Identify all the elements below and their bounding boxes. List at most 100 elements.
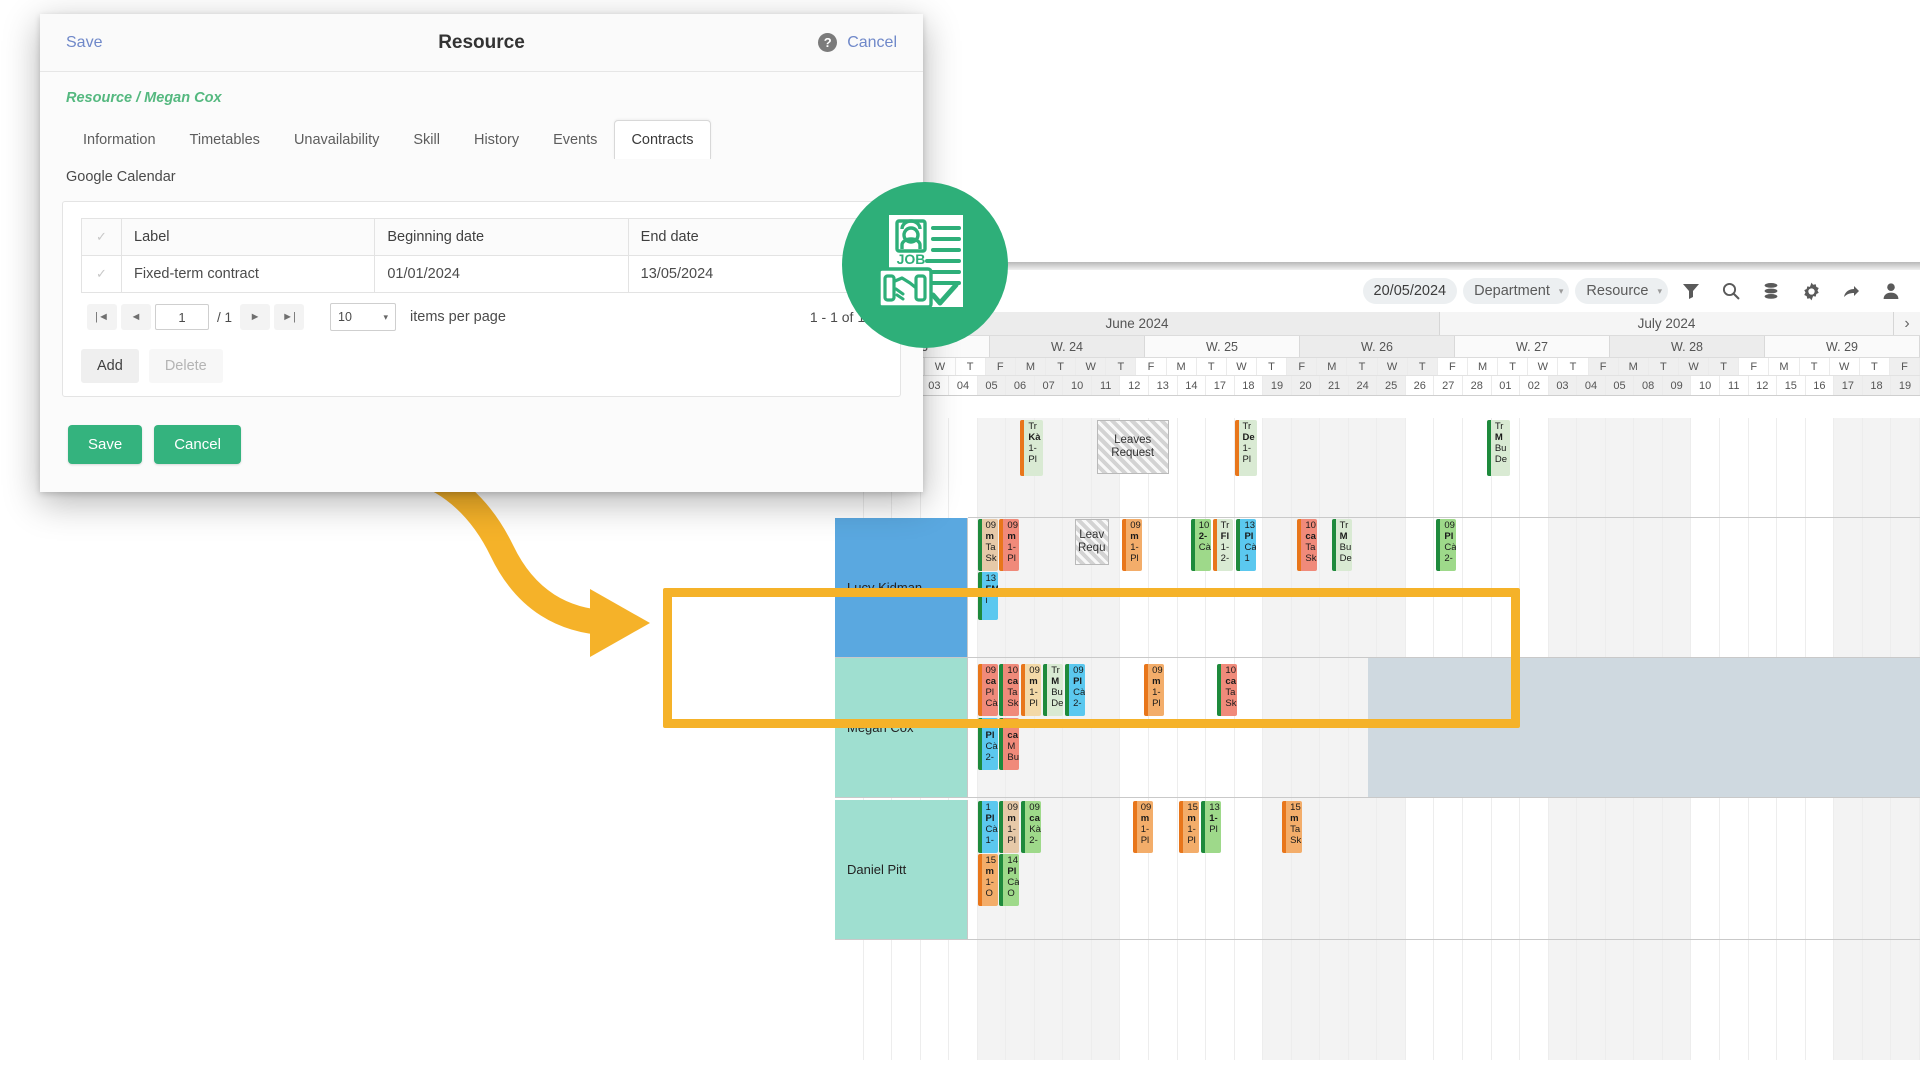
save-button[interactable]: Save — [68, 425, 143, 464]
week-label: W. 25 — [1145, 336, 1300, 357]
event-line: 15 — [1290, 802, 1301, 813]
leave-request-block[interactable]: Leav Requ — [1074, 519, 1109, 565]
event-line: Pl — [985, 730, 995, 741]
next-page-button[interactable]: ► — [240, 304, 271, 330]
database-icon[interactable] — [1754, 276, 1788, 306]
leave-request-block[interactable]: Leaves Request — [1096, 420, 1169, 474]
event-line: 13 — [1244, 520, 1256, 531]
weekday-letter: F — [1136, 358, 1167, 375]
gantt-event-card[interactable]: 09 m 1- Pl — [1021, 664, 1042, 716]
help-icon[interactable]: ? — [818, 33, 838, 52]
gantt-row-track: Tr Kà 1- Pl Leaves Request Tr De 1- Pl Tr M Bu De — [968, 418, 1920, 518]
gantt-event-card[interactable]: 09 m 1- Pl — [1132, 801, 1153, 853]
gantt-event-card[interactable]: 09 m 1- Pl — [999, 519, 1020, 571]
select-all-checkbox[interactable]: ✓ — [81, 218, 122, 256]
filter-icon[interactable] — [1674, 276, 1708, 306]
weekday-letter: W — [1377, 358, 1408, 375]
contracts-table: ✓ Label Beginning date End date ✓ Fixed-… — [81, 218, 883, 293]
event-line: Sk — [1007, 698, 1019, 709]
event-line: Ta — [1007, 687, 1018, 698]
gantt-event-card[interactable]: 09 ca Pl Cà — [977, 664, 998, 716]
gantt-event-card[interactable]: 09 ca Kà 2- — [1021, 801, 1042, 853]
gantt-event-card[interactable]: 1 Pl Cà 1- — [977, 801, 998, 853]
gantt-event-card[interactable]: 13 Pl Cà 1 — [1236, 519, 1257, 571]
gantt-event-card[interactable]: 09 m 1- Pl — [1122, 519, 1143, 571]
next-period-button[interactable]: › — [1894, 312, 1920, 335]
weekday-letter: F — [1889, 358, 1920, 375]
gantt-resource-row[interactable]: Lucy Kidman09mTaSk09m1-Pl13FMiLeav Requ0… — [835, 518, 1920, 658]
gantt-event-card[interactable]: 10 ca Ta Sk — [999, 664, 1020, 716]
row-checkbox[interactable]: ✓ — [81, 255, 122, 293]
gantt-event-card[interactable]: 13 1- Pl — [1201, 801, 1222, 853]
gear-icon[interactable] — [1794, 276, 1828, 306]
tab-contracts[interactable]: Contracts — [614, 120, 711, 159]
share-icon[interactable] — [1834, 276, 1868, 306]
gantt-event-card[interactable]: 09 m 1- Pl — [999, 801, 1020, 853]
gantt-resource-row[interactable]: Tr Kà 1- Pl Leaves Request Tr De 1- Pl Tr M Bu De — [835, 418, 1920, 518]
day-number: 04 — [949, 376, 978, 395]
event-line: Ta — [985, 542, 996, 553]
cancel-button[interactable]: Cancel — [154, 425, 241, 464]
gantt-resource-row[interactable]: Megan Cox 09 ca Pl Cà 10 ca Ta Sk 09 m 1- Pl Tr M Bu De 0… — [835, 658, 1920, 798]
gantt-event-card[interactable]: 14 ca M Bu — [999, 718, 1020, 770]
add-button[interactable]: Add — [81, 349, 139, 383]
tab-events[interactable]: Events — [536, 120, 614, 159]
first-page-button[interactable]: |◄ — [87, 304, 117, 330]
gantt-event-card[interactable]: 09 Pl Cà 2- — [1065, 664, 1086, 716]
resource-name-lucy-kidman[interactable]: Lucy Kidman — [835, 518, 968, 658]
tab-skill[interactable]: Skill — [396, 120, 457, 159]
last-page-button[interactable]: ►| — [274, 304, 305, 330]
tab-information[interactable]: Information — [66, 120, 173, 159]
gantt-event-card[interactable]: 10 ca Ta Sk — [1217, 664, 1238, 716]
resource-name-daniel-pitt[interactable]: Daniel Pitt — [835, 800, 968, 940]
chevron-down-icon: ▾ — [1558, 285, 1564, 296]
modal-cancel-link[interactable]: Cancel — [847, 34, 897, 52]
gantt-event-card[interactable]: 15 m Ta Sk — [1282, 801, 1303, 853]
tab-unavailability[interactable]: Unavailability — [277, 120, 396, 159]
gantt-resource-row[interactable]: Daniel Pitt 1 Pl Cà 1- 09 m 1- Pl 09 ca Kà 2- 15 m 1- O 1… — [835, 800, 1920, 940]
gantt-event-card[interactable]: 13FMi — [977, 572, 998, 620]
event-line: ca — [985, 676, 997, 687]
table-row[interactable]: ✓ Fixed-term contract 01/01/2024 13/05/2… — [81, 255, 883, 293]
column-header-beginning-date[interactable]: Beginning date — [374, 218, 629, 256]
event-line: 14 — [1007, 855, 1018, 866]
gantt-event-card[interactable]: Tr De 1- Pl — [1234, 420, 1258, 476]
gantt-event-card[interactable]: 09 Pl Cà 2- — [1436, 519, 1457, 571]
gantt-event-card[interactable]: Tr M Bu De — [1043, 664, 1064, 716]
event-line: 2- — [985, 752, 994, 763]
gantt-event-card[interactable]: 15 m 1- Pl — [1179, 801, 1200, 853]
gantt-event-card[interactable]: 10 2- Cà — [1190, 519, 1211, 571]
modal-save-link[interactable]: Save — [66, 34, 102, 52]
gantt-event-card[interactable]: Tr Kà 1- Pl — [1020, 420, 1044, 476]
day-number: 18 — [1235, 376, 1264, 395]
event-line: Pl — [1130, 553, 1139, 564]
day-number-row: 2930310304050607101112131417181920212425… — [835, 376, 1920, 396]
date-filter-pill[interactable]: 20/05/2024 — [1362, 278, 1458, 304]
gantt-event-card[interactable]: 14 Pl Cà O — [999, 854, 1020, 906]
day-number: 27 — [1434, 376, 1464, 395]
google-calendar-subtab[interactable]: Google Calendar — [40, 159, 923, 185]
event-line: Sk — [985, 553, 997, 564]
resource-name-megan-cox[interactable]: Megan Cox — [835, 658, 968, 798]
column-header-label[interactable]: Label — [120, 218, 376, 256]
previous-page-button[interactable]: ◄ — [121, 304, 151, 330]
tab-timetables[interactable]: Timetables — [173, 120, 277, 159]
resource-select[interactable]: Resource ▾ — [1575, 278, 1668, 304]
user-icon[interactable] — [1874, 276, 1908, 306]
page-number-input[interactable]: 1 — [155, 304, 209, 330]
tab-history[interactable]: History — [457, 120, 536, 159]
delete-button[interactable]: Delete — [148, 349, 223, 383]
gantt-event-card[interactable]: 09 m Ta Sk — [977, 519, 998, 571]
event-line: m — [1007, 813, 1016, 824]
department-select[interactable]: Department ▾ — [1463, 278, 1570, 304]
gantt-event-card[interactable]: 10 ca Ta Sk — [1297, 519, 1318, 571]
items-per-page-select[interactable]: 10 ▾ — [330, 303, 397, 331]
gantt-event-card[interactable]: Tr Fl 1- 2- — [1212, 519, 1233, 571]
gantt-event-card[interactable]: Tr M Bu De — [1331, 519, 1352, 571]
gantt-event-card[interactable]: 15 m 1- O — [977, 854, 998, 906]
weekday-letter: M — [1317, 358, 1348, 375]
search-icon[interactable] — [1714, 276, 1748, 306]
gantt-event-card[interactable]: 15 Pl Cà 2- — [977, 718, 998, 770]
gantt-event-card[interactable]: Tr M Bu De — [1486, 420, 1510, 476]
gantt-event-card[interactable]: 09 m 1- Pl — [1144, 664, 1165, 716]
